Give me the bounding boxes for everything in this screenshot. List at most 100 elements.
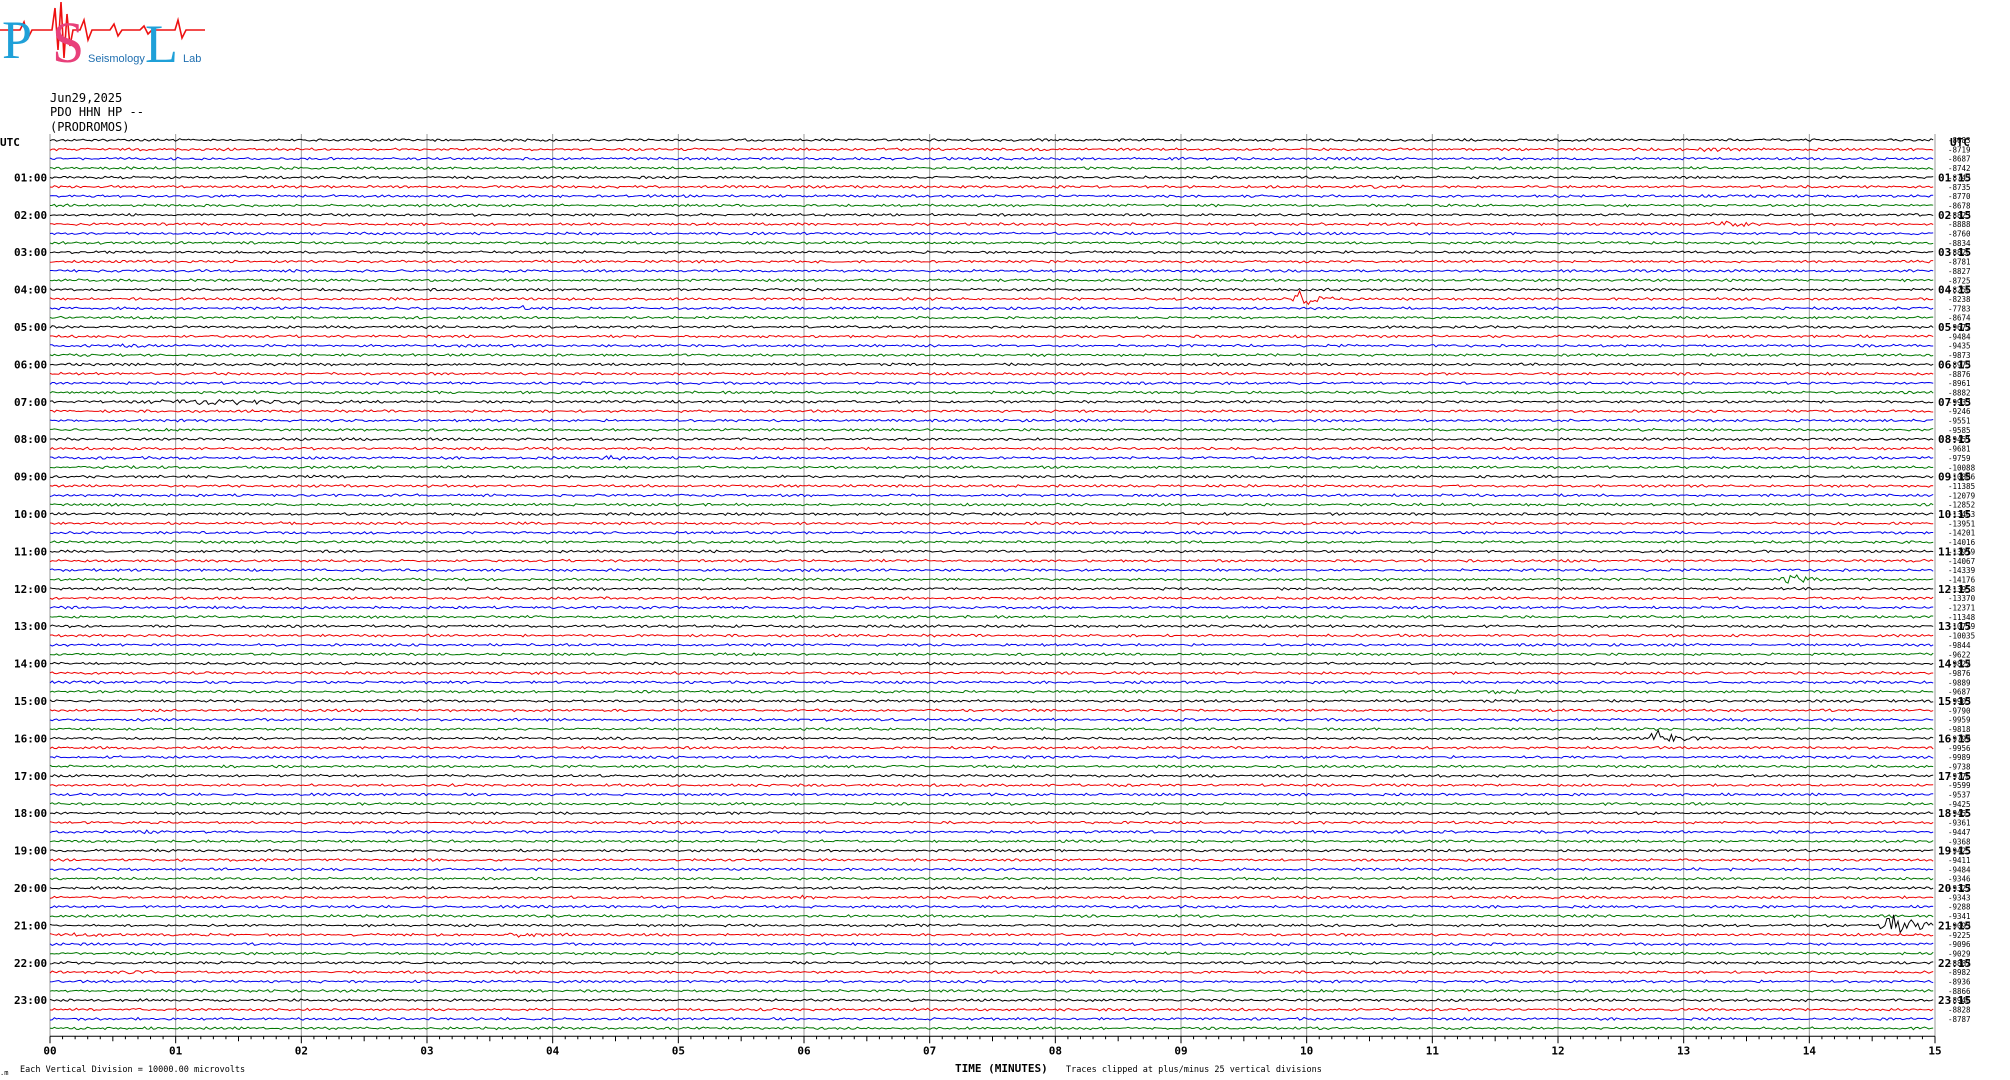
trace-line <box>49 352 1934 358</box>
trace-line <box>49 969 1934 975</box>
trace-offset-label: -9096 <box>1948 940 1971 949</box>
trace-line <box>49 820 1934 825</box>
trace-line <box>49 670 1934 675</box>
trace-line <box>49 574 1934 584</box>
right-time-label: 20:15 <box>1938 882 1971 895</box>
trace-line <box>49 446 1934 451</box>
trace-line <box>49 268 1934 273</box>
trace-line <box>49 278 1934 283</box>
right-time-label: 01:15 <box>1938 171 1971 184</box>
trace-line <box>49 988 1934 993</box>
trace-line <box>49 764 1934 769</box>
trace-line <box>49 184 1934 189</box>
trace-offset-label: -8683 <box>1948 136 1971 145</box>
trace-offset-label: -8719 <box>1948 145 1971 154</box>
right-time-label: 07:15 <box>1938 396 1971 409</box>
seismic-traces <box>49 137 1934 1031</box>
trace-line <box>49 549 1934 554</box>
trace-offset-label: -8687 <box>1948 155 1971 164</box>
x-tick-label: 08 <box>1049 1044 1062 1057</box>
trace-line <box>49 381 1934 386</box>
left-time-label: 05:00 <box>14 321 47 334</box>
trace-line <box>49 680 1934 685</box>
trace-line <box>49 858 1934 863</box>
trace-line <box>49 409 1934 414</box>
trace-line <box>49 540 1934 545</box>
trace-line <box>49 755 1934 760</box>
trace-line <box>49 867 1934 872</box>
right-time-label: 09:15 <box>1938 471 1971 484</box>
trace-line <box>49 848 1934 853</box>
trace-offset-label: -9889 <box>1948 678 1971 687</box>
trace-line <box>49 483 1934 488</box>
trace-line <box>49 558 1934 563</box>
trace-line <box>49 773 1934 778</box>
trace-line <box>49 474 1934 479</box>
trace-line <box>49 220 1934 228</box>
trace-line <box>49 156 1934 161</box>
left-time-label: 04:00 <box>14 284 47 297</box>
left-time-label: 03:00 <box>14 246 47 259</box>
x-tick-label: 04 <box>546 1044 560 1057</box>
trace-offset-label: -8827 <box>1948 267 1971 276</box>
trace-line <box>49 362 1934 367</box>
right-time-label: 15:15 <box>1938 695 1971 708</box>
right-time-label: 21:15 <box>1938 919 1971 932</box>
right-time-label: 03:15 <box>1938 246 1971 259</box>
trace-line <box>49 708 1934 713</box>
trace-line <box>49 886 1934 891</box>
right-time-label: 12:15 <box>1938 583 1971 596</box>
trace-line <box>49 979 1934 984</box>
trace-line <box>49 194 1934 199</box>
trace-offset-label: -9844 <box>1948 641 1971 650</box>
trace-line <box>49 839 1934 844</box>
x-axis-title: TIME (MINUTES) <box>955 1062 1048 1075</box>
corner-mark: .m <box>0 1069 8 1077</box>
helicorder-chart: UTC UTC TIME (MINUTES) Each Vertical Div… <box>0 134 1976 1077</box>
trace-line <box>49 688 1934 695</box>
trace-line <box>49 147 1934 153</box>
trace-line <box>49 502 1934 507</box>
trace-line <box>49 437 1934 442</box>
trace-line <box>49 727 1934 732</box>
x-tick-label: 12 <box>1551 1044 1564 1057</box>
left-time-label: 02:00 <box>14 209 47 222</box>
trace-offset-label: -9989 <box>1948 753 1971 762</box>
right-time-label: 02:15 <box>1938 209 1971 222</box>
trace-line <box>49 137 1934 142</box>
trace-offset-label: -9435 <box>1948 342 1971 351</box>
trace-line <box>49 904 1934 909</box>
trace-line <box>49 399 1934 406</box>
right-time-label: 16:15 <box>1938 732 1971 745</box>
trace-offset-label: -12079 <box>1948 491 1975 500</box>
trace-offset-label: -9537 <box>1948 791 1971 800</box>
trace-line <box>49 166 1934 171</box>
trace-line <box>49 951 1934 956</box>
trace-line <box>49 932 1934 938</box>
trace-offset-label: -9484 <box>1948 865 1971 874</box>
x-tick-label: 07 <box>923 1044 936 1057</box>
left-time-label: 11:00 <box>14 545 47 558</box>
trace-line <box>49 1026 1934 1031</box>
trace-line <box>49 596 1934 601</box>
trace-line <box>49 304 1934 311</box>
trace-line <box>49 811 1934 816</box>
trace-line <box>49 315 1934 320</box>
trace-line <box>49 289 1934 306</box>
right-time-label: 17:15 <box>1938 770 1971 783</box>
trace-line <box>49 521 1934 526</box>
trace-line <box>49 876 1934 881</box>
trace-line <box>49 633 1934 638</box>
left-time-label: 14:00 <box>14 658 47 671</box>
trace-line <box>49 203 1934 208</box>
left-time-label: 13:00 <box>14 620 47 633</box>
x-tick-label: 03 <box>420 1044 433 1057</box>
left-time-label: 12:00 <box>14 583 47 596</box>
x-tick-label: 06 <box>797 1044 811 1057</box>
trace-line <box>49 324 1934 330</box>
trace-line <box>49 605 1934 610</box>
trace-line <box>49 334 1934 339</box>
left-time-label: 20:00 <box>14 882 47 895</box>
right-time-label: 22:15 <box>1938 957 1971 970</box>
x-tick-label: 09 <box>1174 1044 1187 1057</box>
